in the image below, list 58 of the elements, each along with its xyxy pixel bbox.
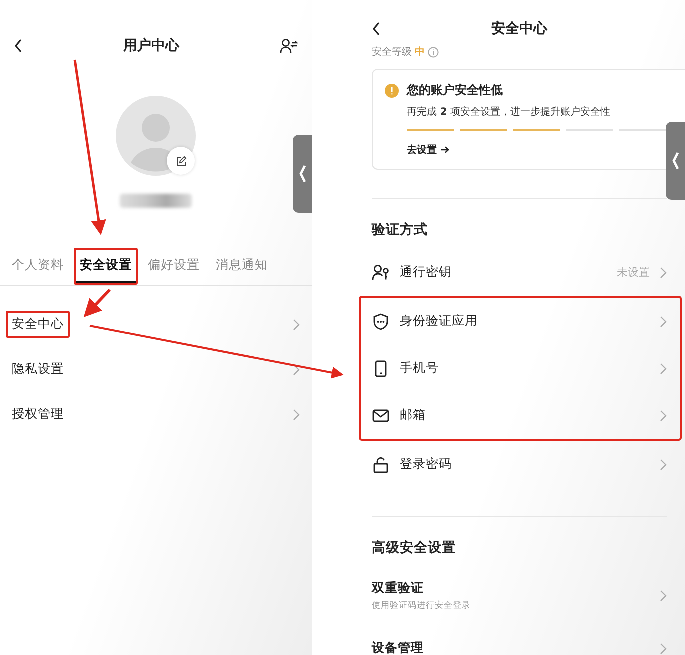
- screen-title: 安全中心: [492, 20, 548, 38]
- screen-title: 用户中心: [124, 37, 180, 55]
- settings-row[interactable]: 双重验证 使用验证码进行安全登录: [372, 567, 667, 625]
- row-label: 邮箱: [400, 407, 427, 424]
- settings-row[interactable]: 手机号: [372, 345, 667, 392]
- row-value: 未设置: [617, 265, 650, 280]
- chevron-right-icon: [660, 266, 667, 278]
- unlocked-padlock-icon: [372, 456, 390, 474]
- side-handle[interactable]: [666, 122, 685, 200]
- row-subtitle: 使用验证码进行安全登录: [372, 600, 472, 612]
- chevron-right-icon: [660, 316, 667, 328]
- row-label: 手机号: [400, 360, 440, 377]
- section-title: 验证方式: [372, 221, 429, 239]
- tab[interactable]: 偏好设置: [142, 248, 206, 285]
- level-label: 安全等级: [372, 46, 412, 59]
- chevron-right-icon: [660, 410, 667, 422]
- level-value: 中: [415, 46, 425, 59]
- person-swap-icon: [280, 38, 298, 54]
- row-label: 双重验证: [372, 580, 425, 597]
- settings-row[interactable]: 邮箱: [372, 392, 667, 439]
- row-label: 登录密码: [400, 456, 453, 473]
- settings-row[interactable]: 登录密码: [372, 441, 667, 488]
- shield-icon: [372, 312, 390, 330]
- menu-item[interactable]: 授权管理: [6, 401, 70, 428]
- chevron-right-icon: [660, 590, 667, 602]
- info-icon: [428, 46, 439, 58]
- chevron-right-icon: [660, 362, 667, 374]
- go-settings-link[interactable]: 去设置: [407, 143, 450, 157]
- chevron-right-icon: [293, 318, 300, 330]
- tab[interactable]: 个人资料: [6, 248, 70, 285]
- blurred-username: [120, 194, 192, 208]
- menu-item[interactable]: 安全中心: [6, 311, 70, 338]
- arrow-right-icon: [441, 146, 450, 154]
- warning-icon: [385, 84, 399, 98]
- edit-icon: [176, 156, 186, 166]
- annotation-arrow: [84, 288, 112, 318]
- row-label: 设备管理: [372, 640, 425, 655]
- chevron-right-icon: [293, 408, 300, 420]
- tab[interactable]: 安全设置: [74, 248, 138, 285]
- alert-message: 再完成 2 项安全设置，进一步提升账户安全性: [407, 106, 612, 119]
- menu-item[interactable]: 隐私设置: [6, 356, 70, 383]
- chevron-left-icon: [298, 164, 306, 184]
- back-button[interactable]: [372, 22, 381, 36]
- section-title: 高级安全设置: [372, 539, 457, 557]
- settings-row[interactable]: 设备管理: [372, 625, 667, 655]
- person-key-icon: [372, 264, 390, 282]
- back-button[interactable]: [14, 39, 23, 53]
- chevron-left-icon: [672, 151, 680, 171]
- alert-title: 您的账户安全性低: [407, 82, 504, 99]
- side-handle[interactable]: [293, 135, 312, 213]
- switch-account-button[interactable]: [280, 38, 298, 54]
- settings-row[interactable]: 身份验证应用: [372, 298, 667, 345]
- settings-row[interactable]: 通行密钥 未设置: [372, 249, 667, 296]
- chevron-right-icon: [660, 458, 667, 470]
- row-label: 身份验证应用: [400, 313, 479, 330]
- row-label: 通行密钥: [400, 264, 453, 281]
- chevron-right-icon: [660, 642, 667, 654]
- chevron-right-icon: [293, 364, 300, 376]
